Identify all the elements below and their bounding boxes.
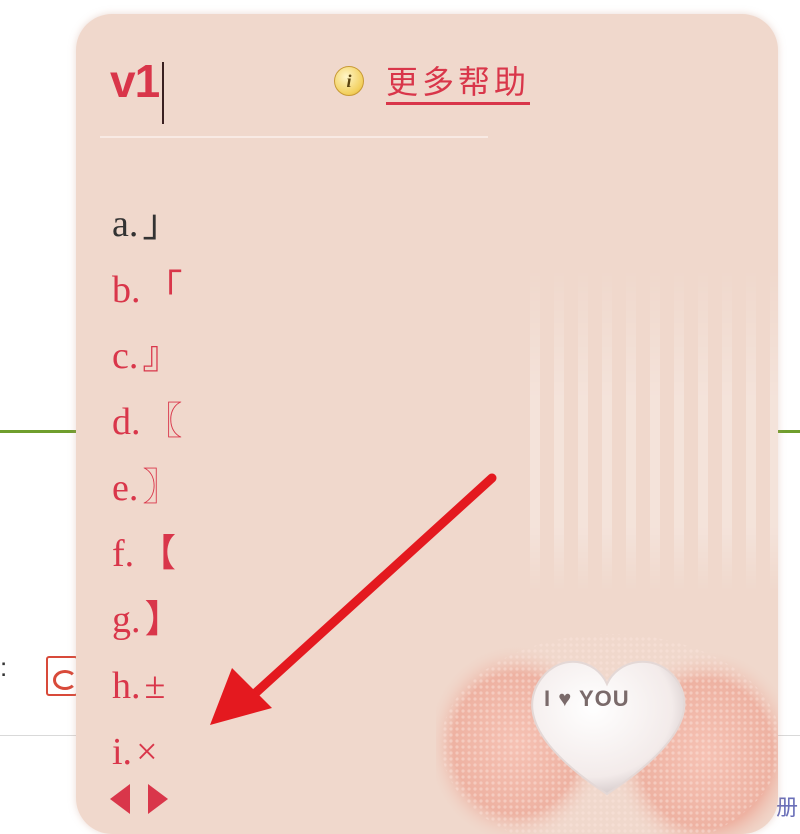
candidate-symbol: 〗 bbox=[142, 467, 181, 509]
candidate-label: d. bbox=[112, 401, 141, 443]
ime-candidate-window: v1 i 更多帮助 a.」 b. 「 c.』 d. 〖 e. 〗 f. 【 g.】 h.… bbox=[76, 14, 778, 834]
candidate-item[interactable]: i. × bbox=[112, 724, 183, 790]
candidate-label: g. bbox=[112, 599, 141, 641]
background-colon-text: : bbox=[0, 652, 8, 682]
heart-caption: I ♥ YOU bbox=[544, 686, 630, 711]
ime-input-code: v1 bbox=[110, 55, 160, 107]
more-help-link[interactable]: 更多帮助 bbox=[386, 62, 531, 105]
candidate-label: c. bbox=[112, 335, 139, 377]
weibo-icon[interactable] bbox=[46, 656, 78, 696]
candidate-item[interactable]: d. 〖 bbox=[112, 394, 183, 460]
candidate-item[interactable]: f. 【 bbox=[112, 526, 183, 592]
candidate-label: h. bbox=[112, 665, 141, 707]
candidate-label: i. bbox=[112, 731, 133, 773]
candidate-item[interactable]: g.】 bbox=[112, 592, 183, 658]
info-icon[interactable]: i bbox=[334, 66, 364, 96]
candidate-item[interactable]: a.」 bbox=[112, 196, 183, 262]
candidate-label: e. bbox=[112, 467, 139, 509]
text-caret bbox=[162, 62, 164, 124]
background-divider-left bbox=[0, 430, 82, 433]
candidate-label: f. bbox=[112, 533, 135, 575]
background-divider-right bbox=[776, 430, 800, 433]
candidate-symbol: 【 bbox=[138, 533, 177, 575]
next-page-icon[interactable] bbox=[148, 784, 168, 814]
background-corner-text: 册 bbox=[776, 795, 799, 820]
candidate-item[interactable]: h. ± bbox=[112, 658, 183, 724]
candidate-symbol: × bbox=[136, 731, 158, 773]
header-divider bbox=[100, 136, 488, 138]
candidate-item[interactable]: b. 「 bbox=[112, 262, 183, 328]
candidate-label: a. bbox=[112, 203, 139, 245]
candidate-symbol: ± bbox=[144, 665, 166, 707]
heart-in-hands-image bbox=[436, 634, 778, 834]
candidate-symbol: 」 bbox=[142, 203, 181, 245]
candidate-item[interactable]: c.』 bbox=[112, 328, 183, 394]
candidate-symbol: 』 bbox=[142, 335, 181, 377]
decorative-stripes bbox=[516, 264, 778, 594]
candidate-label: b. bbox=[112, 269, 141, 311]
candidate-list: a.」 b. 「 c.』 d. 〖 e. 〗 f. 【 g.】 h. ± i. × bbox=[112, 196, 183, 790]
candidate-symbol: 〖 bbox=[144, 401, 183, 443]
candidate-symbol: 】 bbox=[144, 599, 183, 641]
previous-page-icon[interactable] bbox=[110, 784, 130, 814]
candidate-symbol: 「 bbox=[144, 269, 183, 311]
candidate-item[interactable]: e. 〗 bbox=[112, 460, 183, 526]
